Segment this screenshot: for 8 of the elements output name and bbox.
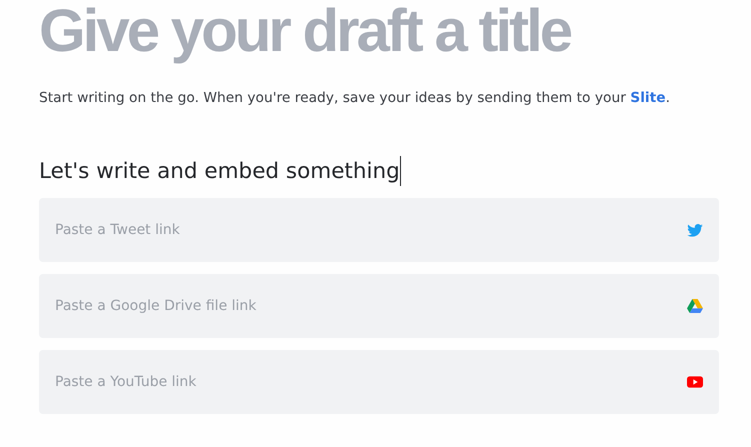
triangle-logo-icon (687, 299, 703, 313)
link-field[interactable]: Paste a YouTube link (39, 350, 719, 414)
link-field[interactable]: Paste a Tweet link (39, 198, 719, 262)
bird-icon (687, 224, 703, 236)
link-field[interactable]: Paste a Google Drive file link (39, 274, 719, 338)
intro-text: Start writing on the go. When you're ready, save your ideas by sending them to your Slite. (39, 89, 672, 108)
section-heading[interactable]: Let's write and embed something (39, 158, 400, 184)
slite-link[interactable]: Slite (630, 90, 666, 106)
